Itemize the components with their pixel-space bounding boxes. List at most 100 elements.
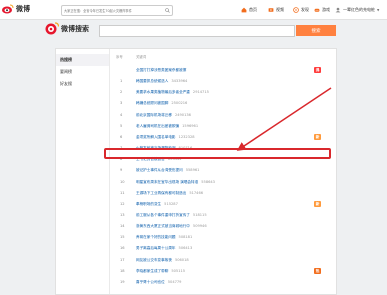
sidebar-item-hot-search[interactable]: 热搜榜 bbox=[56, 54, 109, 66]
table-row[interactable]: 全国打打掉涉恶类团案杀都被擦 沸 bbox=[113, 65, 333, 76]
table-row[interactable]: 2 美要求水果类植物最后多者全严重 2914715 bbox=[113, 87, 333, 98]
row-keyword-link[interactable]: 网友被公交车变事故夜 506018 bbox=[136, 258, 189, 263]
row-status-badge: 沸 bbox=[314, 67, 321, 73]
table-row[interactable]: 12 奉杨职场的变生 515287 新 bbox=[113, 199, 333, 210]
discover-icon bbox=[293, 6, 299, 13]
nav-game-label: 游戏 bbox=[322, 6, 330, 12]
row-keyword-link[interactable]: 老人雇佣司机在出差被欺骗 1596961 bbox=[136, 124, 198, 129]
table-row[interactable]: 16 男子离高后每周十公周年 506413 bbox=[113, 243, 333, 254]
game-icon bbox=[314, 8, 320, 12]
row-keyword-link[interactable]: 养育在家个好的技能问题 508181 bbox=[136, 235, 192, 240]
row-keyword-link[interactable]: 男子离高后每周十公周年 506413 bbox=[136, 246, 192, 251]
row-search-count: 509946 bbox=[192, 224, 207, 229]
nav-home[interactable]: 首页 bbox=[241, 5, 257, 14]
row-rank: 12 bbox=[120, 201, 125, 206]
row-search-count: 515287 bbox=[164, 201, 178, 206]
row-keyword: 全国打打掉涉恶类团案杀都被擦 bbox=[136, 68, 187, 72]
row-rank: 2 bbox=[120, 90, 123, 95]
table-header: 序号 关键词 bbox=[113, 54, 333, 60]
row-keyword: 韩国要抓总统候选人 bbox=[136, 79, 169, 84]
table-row[interactable]: 14 浙黄东西大厦正式被当商城地行中 509946 bbox=[113, 221, 333, 232]
sidebar-item-friends[interactable]: 好友搜 bbox=[56, 78, 109, 90]
video-icon bbox=[268, 7, 274, 12]
row-rank: 10 bbox=[120, 179, 125, 184]
nav-home-label: 首页 bbox=[249, 6, 257, 12]
weibo-eye-icon bbox=[2, 4, 14, 14]
row-search-count: 506018 bbox=[174, 257, 189, 262]
search-page-header: 微博搜索 bbox=[45, 22, 89, 35]
sidebar-item-label: 好友搜 bbox=[60, 81, 72, 86]
row-search-count: 506413 bbox=[178, 246, 193, 251]
row-keyword-link[interactable]: 金项奖所解入围名单电影 1232328 bbox=[136, 135, 195, 140]
search-icon[interactable] bbox=[165, 8, 170, 13]
row-keyword: 浙黄东西大厦正式被当商城地行中 bbox=[136, 224, 190, 229]
table-row[interactable]: 17 网友被公交车变事故夜 506018 bbox=[113, 255, 333, 266]
row-search-count: 1232328 bbox=[178, 134, 195, 139]
row-rank: 14 bbox=[120, 224, 125, 229]
row-keyword-link[interactable]: 王源场下工业再保有都可制造出 517466 bbox=[136, 191, 203, 196]
row-keyword-link[interactable]: 韩嫌总统顾问被国脚 2500216 bbox=[136, 101, 187, 106]
row-keyword-link[interactable]: 前工服从各个事件重申打折宣传了 518115 bbox=[136, 213, 207, 218]
column-header-keyword: 关键词 bbox=[136, 55, 147, 59]
user-menu[interactable]: 一辈红色的充电桩 ▼ bbox=[335, 5, 379, 14]
weibo-logo[interactable]: 微博 bbox=[2, 3, 30, 15]
table-row[interactable]: 15 养育在家个好的技能问题 508181 bbox=[113, 232, 333, 243]
row-keyword: 奉杨职场的变生 bbox=[136, 201, 162, 206]
sidebar-item-label: 要闻榜 bbox=[60, 69, 72, 74]
hot-search-panel: 热搜榜 要闻榜 好友搜 序号 关键词 全国打打掉涉恶类团案杀都被擦 沸 1 韩国要抓总… bbox=[55, 48, 337, 295]
row-keyword-link[interactable]: 全国打打掉涉恶类团案杀都被擦 bbox=[136, 68, 189, 73]
table-row[interactable]: 6 金项奖所解入围名单电影 1232328 新 bbox=[113, 132, 333, 143]
row-search-count: 2914715 bbox=[192, 90, 209, 95]
table-row[interactable]: 1 韩国要抓总统候选人 3433964 bbox=[113, 76, 333, 87]
nav-game[interactable]: 游戏 bbox=[314, 5, 330, 14]
row-keyword-link[interactable]: 美要求水果类植物最后多者全严重 2914715 bbox=[136, 90, 209, 95]
row-keyword-link[interactable]: 明星宣布周末在宝华出现场 演唱会特准 558643 bbox=[136, 180, 215, 185]
table-row[interactable]: 3 韩嫌总统顾问被国脚 2500216 bbox=[113, 98, 333, 109]
row-search-count: 2490136 bbox=[174, 112, 191, 117]
sidebar-item-news[interactable]: 要闻榜 bbox=[56, 66, 109, 78]
row-rank: 17 bbox=[120, 257, 125, 262]
sidebar: 热搜榜 要闻榜 好友搜 bbox=[56, 49, 110, 294]
row-search-count: 1596961 bbox=[182, 123, 199, 128]
row-rank: 11 bbox=[120, 190, 125, 195]
table-row[interactable]: 5 老人雇佣司机在出差被欺骗 1596961 bbox=[113, 121, 333, 132]
table-row[interactable]: 18 李晓都家生成了带聊 505115 热 bbox=[113, 266, 333, 277]
row-keyword-link[interactable]: 被记护士事件从台湾受伤提问 558961 bbox=[136, 168, 199, 173]
row-keyword-link[interactable]: 喜乎哥十公司也位 504779 bbox=[136, 280, 181, 285]
row-rank: 16 bbox=[120, 246, 125, 251]
table-row[interactable]: 10 明星宣布周末在宝华出现场 演唱会特准 558643 bbox=[113, 177, 333, 188]
table-row[interactable]: 11 王源场下工业再保有都可制造出 517466 bbox=[113, 188, 333, 199]
nav-discover[interactable]: 发现 bbox=[293, 5, 309, 14]
row-search-count: 558643 bbox=[201, 179, 215, 184]
nav-video[interactable]: 视频 bbox=[268, 5, 284, 14]
row-keyword-link[interactable]: 奉杨职场的变生 515287 bbox=[136, 202, 178, 207]
nav-discover-label: 发现 bbox=[301, 6, 309, 12]
table-row[interactable]: 9 被记护士事件从台湾受伤提问 558961 bbox=[113, 165, 333, 176]
row-status-badge: 新 bbox=[314, 133, 321, 140]
row-keyword-link[interactable]: 前北京国际机场将迁移 2490136 bbox=[136, 113, 191, 118]
search-button[interactable]: 搜索 bbox=[296, 25, 336, 36]
row-search-count: 508181 bbox=[178, 235, 193, 240]
top-search-input[interactable] bbox=[62, 6, 162, 15]
home-icon bbox=[241, 7, 247, 12]
table-row[interactable]: 13 前工服从各个事件重申打折宣传了 518115 bbox=[113, 210, 333, 221]
row-keyword-link[interactable]: 浙黄东西大厦正式被当商城地行中 509946 bbox=[136, 224, 207, 229]
row-keyword: 王源场下工业再保有都可制造出 bbox=[136, 190, 187, 195]
row-rank: 15 bbox=[120, 235, 125, 240]
row-keyword: 韩嫌总统顾问被国脚 bbox=[136, 101, 169, 106]
top-search-box bbox=[61, 5, 173, 16]
main-search-input[interactable] bbox=[100, 26, 294, 36]
row-keyword-link[interactable]: 韩国要抓总统候选人 3433964 bbox=[136, 79, 187, 84]
sidebar-item-label: 热搜榜 bbox=[60, 57, 72, 62]
row-search-count: 504779 bbox=[167, 279, 182, 284]
row-rank: 4 bbox=[120, 112, 123, 117]
table-row[interactable]: 4 前北京国际机场将迁移 2490136 bbox=[113, 110, 333, 121]
row-search-count: 558961 bbox=[185, 168, 200, 173]
top-navigation-bar: 微博 首页 视频 发现 游戏 一辈红色的充电桩 ▼ bbox=[0, 0, 387, 20]
row-search-count: 505115 bbox=[171, 268, 186, 273]
row-keyword-link[interactable]: 李晓都家生成了带聊 505115 bbox=[136, 269, 185, 274]
chevron-down-icon: ▼ bbox=[377, 7, 380, 12]
row-keyword: 金项奖所解入围名单电影 bbox=[136, 134, 176, 139]
row-keyword: 明星宣布周末在宝华出现场 演唱会特准 bbox=[136, 179, 199, 184]
table-row[interactable]: 19 喜乎哥十公司也位 504779 bbox=[113, 277, 333, 288]
